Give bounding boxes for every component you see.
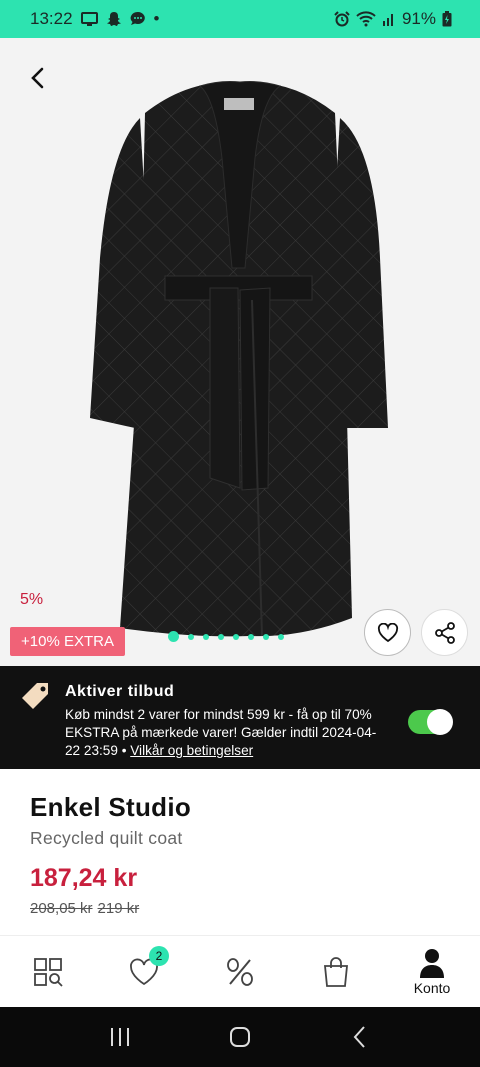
product-name: Recycled quilt coat	[30, 828, 183, 848]
pagination-dot[interactable]	[263, 633, 269, 640]
back-arrow-icon	[31, 67, 44, 89]
status-bar: 13:22 • 91%	[0, 0, 480, 38]
home-icon	[230, 1027, 250, 1047]
nav-account[interactable]: Konto	[384, 936, 480, 1007]
heart-icon	[377, 622, 398, 642]
offer-description: Køb mindst 2 varer for mindst 599 kr - f…	[65, 706, 385, 760]
chat-icon	[130, 11, 146, 27]
toggle-knob	[427, 709, 453, 735]
back-icon	[353, 1026, 365, 1048]
pagination-dot[interactable]	[248, 633, 254, 640]
nav-wishlist[interactable]: 2	[96, 936, 192, 1007]
pagination-dot[interactable]	[188, 633, 194, 640]
battery-percent: 91%	[401, 9, 436, 28]
offer-title: Aktiver tilbud	[65, 683, 175, 700]
pagination-dot[interactable]	[278, 633, 284, 640]
extra-discount-badge: +10% EXTRA	[10, 627, 125, 656]
screen-cast-icon	[80, 12, 98, 26]
discount-percent: 5%	[20, 591, 44, 608]
brand-name[interactable]: Enkel Studio	[30, 792, 191, 823]
previous-price: 208,05 kr	[30, 900, 93, 917]
offer-banner: Aktiver tilbud Køb mindst 2 varer for mi…	[0, 666, 480, 769]
user-icon	[420, 948, 444, 978]
recent-apps-button[interactable]	[100, 1017, 140, 1057]
terms-link[interactable]: Vilkår og betingelser	[130, 743, 253, 758]
nav-offers[interactable]	[192, 936, 288, 1007]
current-price: 187,24 kr	[30, 864, 138, 892]
alarm-icon	[334, 11, 350, 27]
signal-icon	[382, 11, 396, 27]
image-pagination[interactable]	[168, 631, 284, 642]
activate-offer-toggle[interactable]	[408, 709, 453, 735]
add-to-wishlist-button[interactable]	[364, 609, 411, 656]
tag-icon	[18, 680, 52, 719]
pagination-dot[interactable]	[218, 633, 224, 640]
old-prices: 208,05 kr 219 kr	[30, 900, 139, 917]
bottom-navigation: 2 Konto	[0, 936, 480, 1007]
pagination-dot[interactable]	[203, 633, 209, 640]
coat-image	[90, 81, 388, 637]
system-back-button[interactable]	[340, 1017, 380, 1057]
snapchat-icon	[106, 11, 122, 27]
product-image-gallery[interactable]: 5% +10% EXTRA	[0, 38, 480, 666]
nav-bag[interactable]	[288, 936, 384, 1007]
notification-dot: •	[153, 9, 160, 28]
back-button[interactable]	[18, 58, 58, 98]
pagination-dot-active[interactable]	[168, 631, 179, 642]
nav-account-label: Konto	[413, 979, 451, 996]
nav-categories[interactable]	[0, 936, 96, 1007]
share-button[interactable]	[421, 609, 468, 656]
original-price: 219 kr	[97, 900, 140, 917]
wishlist-count-badge: 2	[149, 946, 169, 966]
battery-icon	[442, 11, 452, 27]
pagination-dot[interactable]	[233, 633, 239, 640]
categories-icon	[34, 957, 63, 987]
system-navigation-bar	[0, 1007, 480, 1067]
bag-icon	[324, 956, 348, 987]
recent-apps-icon	[111, 1028, 129, 1046]
status-time: 13:22	[30, 9, 73, 28]
percent-icon	[227, 957, 253, 986]
home-button[interactable]	[220, 1017, 260, 1057]
share-icon	[434, 621, 455, 644]
wifi-icon	[356, 11, 376, 27]
